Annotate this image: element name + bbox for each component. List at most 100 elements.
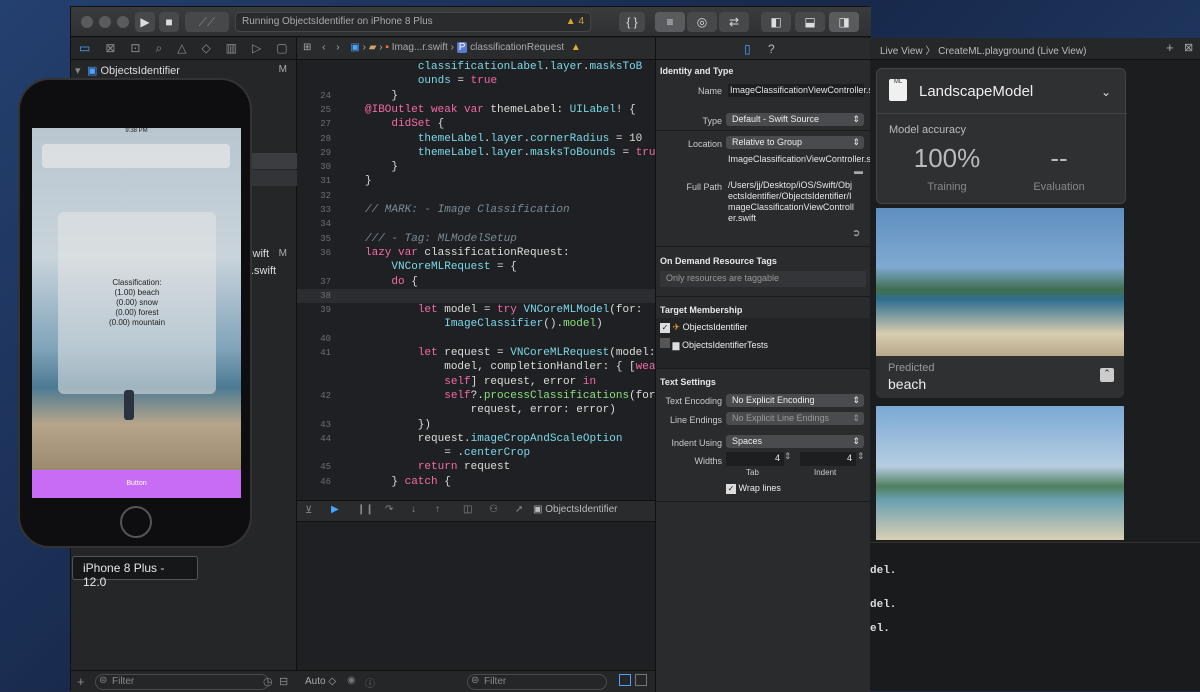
pause-icon[interactable]: ❙❙: [357, 504, 374, 515]
debug-target[interactable]: ▣ ObjectsIdentifier: [533, 504, 618, 515]
code-line[interactable]: 43 }): [297, 418, 655, 432]
chevron-up-icon[interactable]: ⌃: [1100, 368, 1114, 382]
standard-editor-button[interactable]: ≡: [655, 12, 685, 32]
step-out-icon[interactable]: ↑: [435, 504, 440, 515]
navigator-filter-input[interactable]: ⊜ Filter: [95, 674, 269, 690]
indent-using-select[interactable]: Spaces ⇕: [726, 435, 864, 448]
back-icon[interactable]: ‹: [322, 42, 325, 53]
eye-icon[interactable]: ◉: [347, 675, 356, 686]
tab-width-field[interactable]: 4: [726, 452, 784, 466]
hide-debug-icon[interactable]: ⊻: [305, 505, 312, 516]
split-right-icon[interactable]: [635, 674, 647, 686]
debug-icon[interactable]: ▥: [226, 41, 237, 56]
code-line[interactable]: 40: [297, 332, 655, 346]
add-icon[interactable]: +: [77, 674, 85, 689]
zoom-window-button[interactable]: [117, 16, 129, 28]
code-line[interactable]: 27 didSet {: [297, 117, 655, 131]
info-icon[interactable]: ⓘ: [365, 675, 375, 690]
target-row[interactable]: ▆ ObjectsIdentifierTests: [660, 338, 768, 351]
file-inspector-icon[interactable]: ▯: [744, 42, 751, 56]
name-field[interactable]: ImageClassificationViewController.swift: [728, 84, 886, 97]
step-into-icon[interactable]: ↓: [411, 504, 416, 515]
code-line[interactable]: classificationLabel.layer.masksToB: [297, 60, 655, 74]
toggle-navigator-button[interactable]: ◧: [761, 12, 791, 32]
wrap-lines-checkbox[interactable]: ✓ Wrap lines: [726, 483, 781, 494]
stepper-icon[interactable]: ⇕: [784, 451, 792, 462]
code-line[interactable]: 29 themeLabel.layer.masksToBounds = true: [297, 146, 655, 160]
version-editor-button[interactable]: ⇄: [719, 12, 749, 32]
odr-tags-field[interactable]: Only resources are taggable: [660, 271, 866, 287]
reveal-arrow-icon[interactable]: ➲: [852, 228, 860, 239]
type-select[interactable]: Default - Swift Source ⇕: [726, 113, 864, 126]
code-line[interactable]: self] request, error in: [297, 375, 655, 389]
split-left-icon[interactable]: [619, 674, 631, 686]
home-button[interactable]: [120, 506, 152, 538]
code-line[interactable]: 46 } catch {: [297, 475, 655, 489]
minimize-window-button[interactable]: [99, 16, 111, 28]
code-line[interactable]: 39 let model = try VNCoreMLModel(for:: [297, 303, 655, 317]
code-line[interactable]: 24 }: [297, 89, 655, 103]
run-button[interactable]: ▶: [135, 12, 155, 32]
issue-icon[interactable]: △: [177, 41, 186, 56]
code-line[interactable]: 33 // MARK: - Image Classification: [297, 203, 655, 217]
stepper-icon[interactable]: ⇕: [857, 451, 865, 462]
line-endings-select[interactable]: No Explicit Line Endings ⇕: [726, 412, 864, 425]
library-button[interactable]: { }: [619, 12, 645, 32]
recent-files-icon[interactable]: ◷: [263, 675, 273, 688]
grid-icon[interactable]: ⊞: [303, 42, 311, 53]
symbol-icon[interactable]: ⊡: [130, 41, 140, 56]
assistant-editor-button[interactable]: ◎: [687, 12, 717, 32]
warning-icon[interactable]: ▲: [571, 42, 581, 53]
search-icon[interactable]: ⌕: [155, 41, 162, 56]
variables-filter-input[interactable]: ⊜ Filter: [467, 674, 607, 690]
warning-badge[interactable]: ▲ 4: [566, 16, 584, 27]
code-line[interactable]: 28 themeLabel.layer.cornerRadius = 10: [297, 132, 655, 146]
scm-filter-icon[interactable]: ⊟: [279, 675, 288, 688]
code-line[interactable]: 37 do {: [297, 275, 655, 289]
code-line[interactable]: 32: [297, 189, 655, 203]
breadcrumb-symbol[interactable]: classificationRequest: [470, 42, 564, 53]
code-line[interactable]: 31}: [297, 174, 655, 188]
checkbox-icon[interactable]: [660, 338, 670, 348]
code-line[interactable]: 42 self?.processClassifications(for:: [297, 389, 655, 403]
code-line[interactable]: 30 }: [297, 160, 655, 174]
code-line[interactable]: model, completionHandler: { [weak: [297, 360, 655, 374]
code-line[interactable]: 44 request.imageCropAndScaleOption: [297, 432, 655, 446]
breadcrumb-file[interactable]: Imag...r.swift: [392, 42, 448, 53]
view-debugger-icon[interactable]: ◫: [463, 504, 472, 515]
folder-icon[interactable]: ▭: [79, 41, 90, 56]
source-control-icon[interactable]: ⊠: [105, 41, 115, 56]
scheme-selector[interactable]: ⟋⟋: [185, 12, 229, 32]
close-editor-icon[interactable]: ⊠: [1184, 41, 1193, 54]
encoding-select[interactable]: No Explicit Encoding ⇕: [726, 394, 864, 407]
code-line[interactable]: 45 return request: [297, 460, 655, 474]
location-select[interactable]: Relative to Group ⇕: [726, 136, 864, 149]
playground-breadcrumb[interactable]: Live View 〉 CreateML.playground (Live Vi…: [880, 46, 1086, 57]
code-line[interactable]: VNCoreMLRequest = {: [297, 260, 655, 274]
breakpoints-toggle-icon[interactable]: ▶: [331, 504, 339, 515]
code-line[interactable]: 36 lazy var classificationRequest:: [297, 246, 655, 260]
simulator-screen[interactable]: 9:38 PM Classification: (1.00) beach (0.…: [32, 128, 241, 498]
help-icon[interactable]: ?: [768, 42, 775, 56]
forward-icon[interactable]: ›: [336, 42, 339, 53]
test-icon[interactable]: ◇: [201, 41, 210, 56]
report-icon[interactable]: ▢: [276, 41, 287, 56]
code-line[interactable]: ImageClassifier().model): [297, 317, 655, 331]
indent-width-field[interactable]: 4: [800, 452, 856, 466]
code-line[interactable]: request, error: error): [297, 403, 655, 417]
stop-button[interactable]: ■: [159, 12, 179, 32]
chevron-down-icon[interactable]: ⌄: [1101, 85, 1111, 99]
memory-graph-icon[interactable]: ⚇: [489, 504, 498, 515]
toggle-inspector-button[interactable]: ◨: [829, 12, 859, 32]
step-over-icon[interactable]: ↷: [385, 504, 393, 515]
checkbox-checked-icon[interactable]: ✓: [660, 323, 670, 333]
action-button[interactable]: Button: [32, 470, 241, 498]
folder-icon[interactable]: ▬: [854, 166, 863, 176]
close-window-button[interactable]: [81, 16, 93, 28]
code-line[interactable]: 34: [297, 217, 655, 231]
code-line[interactable]: 25 @IBOutlet weak var themeLabel: UILabel…: [297, 103, 655, 117]
location-icon[interactable]: ➚: [515, 504, 523, 515]
code-line[interactable]: = .centerCrop: [297, 446, 655, 460]
toggle-debug-button[interactable]: ⬓: [795, 12, 825, 32]
breakpoint-icon[interactable]: ▷: [252, 41, 261, 56]
